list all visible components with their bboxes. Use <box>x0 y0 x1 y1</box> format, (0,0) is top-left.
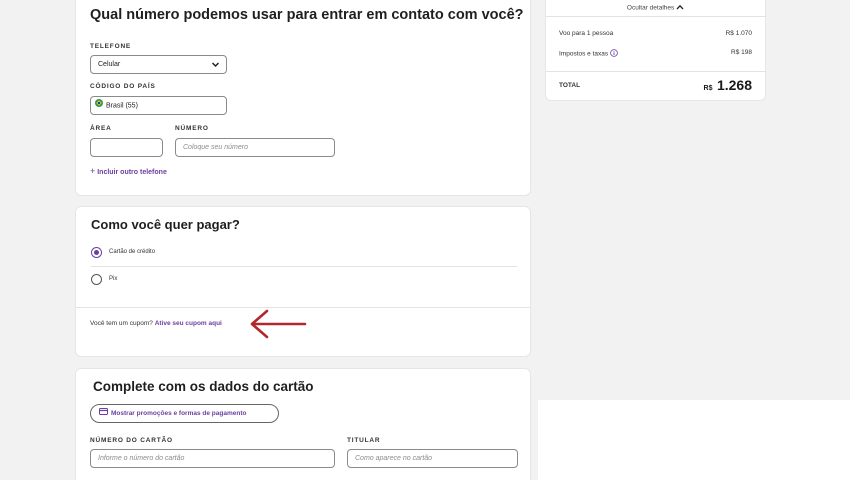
phone-type-value: Celular <box>98 61 121 68</box>
card-icon <box>99 405 108 422</box>
chevron-up-icon <box>676 4 684 12</box>
summary-top-divider <box>546 16 765 17</box>
flight-price-value: R$ 1.070 <box>725 30 752 37</box>
brazil-flag-icon <box>95 97 103 114</box>
credit-card-radio[interactable] <box>91 247 102 258</box>
show-promotions-button[interactable]: Mostrar promoções e formas de pagamento <box>90 404 279 423</box>
credit-card-label: Cartão de crédito <box>109 249 156 255</box>
area-label: ÁREA <box>90 125 112 132</box>
payment-options-divider <box>91 266 517 267</box>
phone-type-label: TELEFONE <box>90 43 132 50</box>
contact-title: Qual número podemos usar para entrar em … <box>90 7 524 23</box>
plus-icon: + <box>90 166 96 176</box>
contact-card: Qual número podemos usar para entrar em … <box>75 0 531 196</box>
total-currency: R$ <box>703 85 713 92</box>
info-icon[interactable] <box>610 49 618 59</box>
blank-region <box>538 400 850 480</box>
price-summary-card: Ocultar detalhes Voo para 1 pessoa R$ 1.… <box>545 0 766 101</box>
chevron-down-icon <box>211 56 220 73</box>
red-arrow-icon <box>247 308 309 347</box>
holder-input[interactable]: Como aparece no cartão <box>347 449 518 468</box>
pix-radio[interactable] <box>91 274 102 285</box>
flight-price-label: Voo para 1 pessoa <box>559 30 614 37</box>
taxes-row: Impostos e taxas <box>559 49 618 59</box>
phone-number-input[interactable]: Coloque seu número <box>175 138 335 157</box>
summary-total-divider <box>546 71 765 72</box>
taxes-value: R$ 198 <box>731 49 752 56</box>
country-code-label: CÓDIGO DO PAÍS <box>90 83 156 90</box>
card-number-input[interactable]: Informe o número do cartão <box>90 449 335 468</box>
number-label: NÚMERO <box>175 125 209 132</box>
taxes-label: Impostos e taxas <box>559 50 609 58</box>
coupon-text: Você tem um cupom? Ative seu cupom aqui <box>90 320 222 327</box>
payment-title: Como você quer pagar? <box>91 217 240 232</box>
hide-details-toggle[interactable]: Ocultar detalhes <box>546 4 765 12</box>
phone-type-select[interactable]: Celular <box>90 55 227 74</box>
add-phone-link[interactable]: + Incluir outro telefone <box>90 166 167 176</box>
total-value: 1.268 <box>716 77 752 93</box>
coupon-question: Você tem um cupom? <box>90 320 153 327</box>
total-label: TOTAL <box>559 82 581 89</box>
holder-label: TITULAR <box>347 437 381 444</box>
coupon-link[interactable]: Ative seu cupom aqui <box>155 320 222 327</box>
add-phone-label: Incluir outro telefone <box>97 169 167 176</box>
card-number-label: NÚMERO DO CARTÃO <box>90 437 173 444</box>
show-promotions-label: Mostrar promoções e formas de pagamento <box>111 410 247 418</box>
country-code-select[interactable]: Brasil (55) <box>90 96 227 115</box>
total-amount: R$ 1.268 <box>704 77 752 95</box>
country-code-value: Brasil (55) <box>106 102 138 110</box>
pix-label: Pix <box>109 276 118 282</box>
hide-details-label: Ocultar detalhes <box>626 4 675 12</box>
area-input[interactable] <box>90 138 163 157</box>
card-details-card: Complete com os dados do cartão Mostrar … <box>75 368 531 480</box>
card-form-title: Complete com os dados do cartão <box>93 379 314 394</box>
